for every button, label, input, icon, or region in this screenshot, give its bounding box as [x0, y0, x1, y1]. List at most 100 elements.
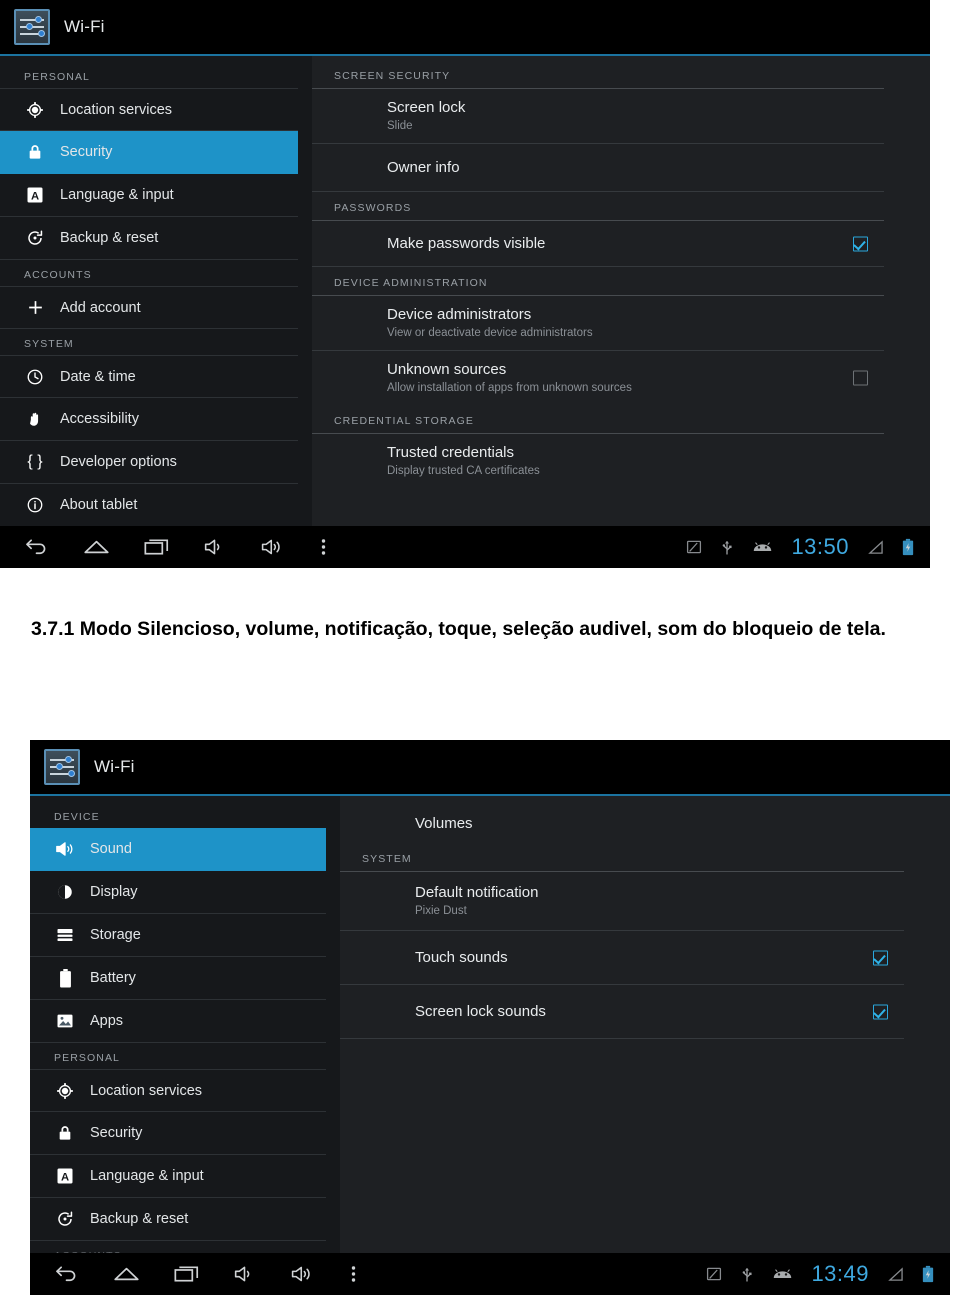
sidebar-item-date-time[interactable]: Date & time	[0, 355, 298, 398]
setting-trusted-credentials[interactable]: Trusted credentials Display trusted CA c…	[312, 434, 884, 488]
sidebar-item-battery[interactable]: Battery	[30, 957, 326, 1000]
sidebar-item-backup-reset[interactable]: Backup & reset	[0, 217, 298, 260]
sidebar-item-label: Add account	[60, 299, 141, 316]
sidebar-item-about-tablet[interactable]: About tablet	[0, 484, 298, 526]
sidebar-item-label: Security	[90, 1125, 143, 1141]
sidebar-item-language-input[interactable]: A Language & input	[0, 174, 298, 217]
unknown-sources-checkbox[interactable]	[853, 370, 868, 386]
volume-up-icon[interactable]	[260, 537, 286, 557]
setting-default-notification[interactable]: Default notification Pixie Dust	[340, 872, 904, 931]
sidebar-item-display[interactable]: Display	[30, 871, 326, 914]
sidebar-item-label: Language & input	[90, 1168, 204, 1184]
sidebar-item-developer-options[interactable]: { } Developer options	[0, 441, 298, 484]
sidebar-item-location-services[interactable]: Location services	[0, 88, 298, 131]
android-head-icon	[752, 540, 773, 554]
settings-sliders-icon	[14, 9, 50, 45]
sidebar-group-header: PERSONAL	[24, 71, 90, 83]
navigation-bar-sound: 13:49	[30, 1253, 950, 1295]
battery-charging-icon	[902, 538, 914, 556]
sidebar-item-label: About tablet	[60, 497, 138, 513]
setting-owner-info[interactable]: Owner info	[312, 144, 884, 192]
sidebar-item-backup-reset[interactable]: Backup & reset	[30, 1198, 326, 1241]
sidebar-item-label: Backup & reset	[90, 1211, 189, 1227]
setting-title: Screen lock sounds	[415, 1003, 546, 1020]
setting-title: Trusted credentials	[387, 444, 515, 461]
apps-image-icon	[54, 1010, 76, 1032]
sidebar-group-header-clipped: ACCOUNTS	[30, 1241, 340, 1253]
storage-icon	[54, 924, 76, 946]
overflow-menu-icon[interactable]	[320, 536, 327, 558]
setting-title: Make passwords visible	[387, 235, 546, 252]
sidebar-item-apps[interactable]: Apps	[30, 1000, 326, 1043]
content-section-header: SYSTEM	[340, 843, 904, 872]
sidebar-item-storage[interactable]: Storage	[30, 914, 326, 957]
sidebar-item-security[interactable]: Security	[30, 1112, 326, 1155]
back-icon[interactable]	[54, 1264, 79, 1284]
settings-content-sound: Volumes SYSTEM Default notification Pixi…	[340, 796, 950, 1253]
overflow-menu-icon[interactable]	[350, 1263, 357, 1285]
setting-subtitle: Display trusted CA certificates	[387, 465, 540, 477]
battery-icon	[54, 967, 76, 989]
setting-subtitle: Allow installation of apps from unknown …	[387, 382, 632, 394]
lock-icon	[54, 1122, 76, 1144]
clock-icon	[24, 366, 46, 388]
signal-triangle-icon	[867, 539, 884, 555]
svg-text:A: A	[61, 1172, 69, 1184]
setting-title: Owner info	[387, 159, 460, 176]
sidebar-group-header: DEVICE	[54, 811, 100, 823]
setting-make-passwords-visible[interactable]: Make passwords visible	[312, 221, 884, 267]
volume-down-icon[interactable]	[203, 537, 226, 557]
content-section-header: CREDENTIAL STORAGE	[312, 405, 884, 434]
setting-device-administrators[interactable]: Device administrators View or deactivate…	[312, 296, 884, 351]
touch-sounds-checkbox[interactable]	[873, 950, 888, 965]
titlebar-security: Wi-Fi	[0, 0, 930, 56]
display-contrast-icon	[54, 881, 76, 903]
sidebar-item-accessibility[interactable]: Accessibility	[0, 398, 298, 441]
sidebar-item-add-account[interactable]: Add account	[0, 286, 298, 329]
recents-icon[interactable]	[144, 537, 169, 557]
settings-content-security: SCREEN SECURITY Screen lock Slide Owner …	[312, 56, 930, 526]
home-icon[interactable]	[113, 1264, 140, 1284]
back-icon[interactable]	[24, 537, 49, 557]
sidebar-item-label: Developer options	[60, 454, 177, 470]
android-settings-screenshot-sound: Wi-Fi DEVICE Sound Display Storage Batte…	[30, 740, 950, 1295]
setting-volumes[interactable]: Volumes	[340, 800, 904, 843]
sidebar-item-label: Security	[60, 144, 113, 160]
make-passwords-visible-checkbox[interactable]	[853, 236, 868, 251]
sidebar-item-label: Language & input	[60, 187, 174, 203]
recents-icon[interactable]	[174, 1264, 199, 1284]
sidebar-item-sound[interactable]: Sound	[30, 828, 326, 871]
navigation-bar-security: 13:50	[0, 526, 930, 568]
language-a-icon: A	[54, 1165, 76, 1187]
settings-sidebar-security: PERSONAL Location services Security A La…	[0, 56, 312, 526]
sidebar-item-label: Location services	[60, 101, 173, 118]
setting-title: Unknown sources	[387, 361, 507, 378]
volume-icon	[54, 838, 76, 860]
screen-lock-sounds-checkbox[interactable]	[873, 1004, 888, 1019]
backup-restore-icon	[24, 227, 46, 249]
sidebar-item-security[interactable]: Security	[0, 131, 298, 174]
battery-charging-icon	[922, 1265, 934, 1283]
home-icon[interactable]	[83, 537, 110, 557]
sidebar-group-header: SYSTEM	[24, 338, 74, 350]
setting-screen-lock-sounds[interactable]: Screen lock sounds	[340, 985, 904, 1039]
sidebar-item-language-input[interactable]: A Language & input	[30, 1155, 326, 1198]
signal-triangle-icon	[887, 1266, 904, 1282]
setting-title: Screen lock	[387, 99, 466, 116]
page-caption: 3.7.1 Modo Silencioso, volume, notificaç…	[31, 618, 886, 640]
sidebar-item-label: Apps	[90, 1013, 124, 1029]
titlebar-sound: Wi-Fi	[30, 740, 950, 796]
sidebar-item-location-services[interactable]: Location services	[30, 1069, 326, 1112]
setting-screen-lock[interactable]: Screen lock Slide	[312, 89, 884, 144]
setting-unknown-sources[interactable]: Unknown sources Allow installation of ap…	[312, 351, 884, 405]
sidebar-item-label: Battery	[90, 970, 136, 986]
volume-down-icon[interactable]	[233, 1264, 256, 1284]
sidebar-item-label: Location services	[90, 1082, 203, 1099]
content-section-header: PASSWORDS	[312, 192, 884, 221]
volume-up-icon[interactable]	[290, 1264, 316, 1284]
sidebar-item-label: Backup & reset	[60, 230, 159, 246]
plus-icon	[24, 297, 46, 319]
setting-touch-sounds[interactable]: Touch sounds	[340, 931, 904, 985]
location-crosshair-icon	[54, 1080, 76, 1102]
setting-subtitle: Slide	[387, 120, 413, 132]
